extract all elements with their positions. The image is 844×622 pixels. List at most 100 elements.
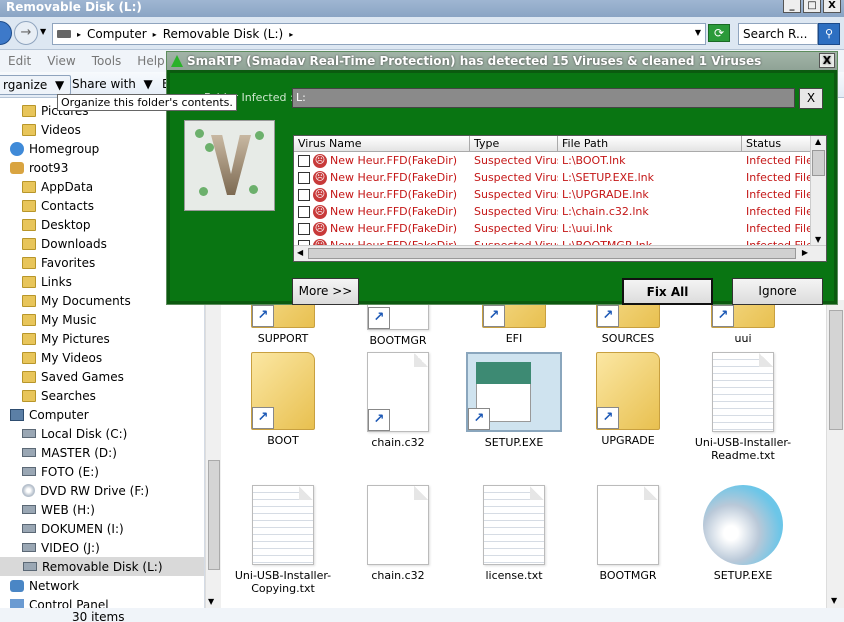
sidebar-item-control-panel[interactable]: Control Panel xyxy=(10,595,109,608)
status-bar: 30 items xyxy=(0,608,844,622)
chevron-right-icon[interactable]: ▸ xyxy=(153,30,157,39)
file-item[interactable]: BOOTMGR xyxy=(572,485,684,582)
search-input[interactable]: Search R... xyxy=(738,23,818,45)
sidebar-item-video-j[interactable]: VIDEO (J:) xyxy=(22,538,100,557)
sidebar-item-downloads[interactable]: Downloads xyxy=(22,234,107,253)
sidebar-item-web-h[interactable]: WEB (H:) xyxy=(22,500,95,519)
file-item[interactable]: license.txt xyxy=(458,485,570,582)
file-list-scrollbar[interactable]: ▼ xyxy=(826,300,844,608)
address-history-dropdown[interactable]: ▼ xyxy=(695,28,701,37)
scroll-down-arrow-icon[interactable]: ▼ xyxy=(815,235,821,244)
file-path: L:\BOOT.lnk xyxy=(562,154,626,167)
organize-button[interactable]: rganize ▼ xyxy=(0,75,72,95)
sidebar-item-network[interactable]: Network xyxy=(10,576,79,595)
sidebar-item-dokumen-i[interactable]: DOKUMEN (I:) xyxy=(22,519,124,538)
sidebar-item-foto-e[interactable]: FOTO (E:) xyxy=(22,462,99,481)
folder-infected-field[interactable]: L: xyxy=(292,88,795,108)
row-checkbox[interactable] xyxy=(298,188,310,201)
menu-view[interactable]: View xyxy=(39,50,83,72)
scrollbar-thumb[interactable] xyxy=(208,460,220,570)
scroll-down-arrow-icon[interactable]: ▼ xyxy=(831,596,837,605)
ignore-button[interactable]: Ignore xyxy=(732,278,823,305)
column-header-virus-name[interactable]: Virus Name xyxy=(294,136,470,151)
sidebar-item-homegroup[interactable]: Homegroup xyxy=(10,139,99,158)
refresh-button[interactable]: ⟳ xyxy=(708,24,730,42)
virus-type: Suspected Virus xyxy=(474,154,558,167)
recent-pages-dropdown[interactable]: ▼ xyxy=(40,27,46,36)
drive-icon xyxy=(22,505,36,514)
file-item[interactable]: chain.c32 xyxy=(342,485,454,582)
file-item[interactable]: ↗ BOOT xyxy=(227,352,339,447)
file-item[interactable]: SETUP.EXE xyxy=(687,485,799,582)
chevron-right-icon[interactable]: ▸ xyxy=(289,30,293,39)
address-bar[interactable]: ▸ Computer ▸ Removable Disk (L:) ▸ ▼ xyxy=(52,23,706,45)
sidebar-item-computer[interactable]: Computer xyxy=(10,405,89,424)
sidebar-item-my-music[interactable]: My Music xyxy=(22,310,96,329)
table-row[interactable]: ☹New Heur.FFD(FakeDir) Suspected Virus L:\… xyxy=(294,169,826,186)
table-row[interactable]: ☹New Heur.FFD(FakeDir) Suspected Virus L:\… xyxy=(294,220,826,237)
sidebar-item-my-documents[interactable]: My Documents xyxy=(22,291,131,310)
menu-tools[interactable]: Tools xyxy=(84,50,130,72)
sidebar-item-favorites[interactable]: Favorites xyxy=(22,253,95,272)
back-button[interactable] xyxy=(0,21,12,45)
scrollbar-thumb[interactable] xyxy=(812,150,825,176)
scroll-right-arrow-icon[interactable]: ▶ xyxy=(802,248,808,257)
file-item[interactable]: ↗ UPGRADE xyxy=(572,352,684,447)
computer-icon xyxy=(10,408,24,421)
sidebar-item-label: My Pictures xyxy=(41,331,110,346)
virus-name-cell: ☹New Heur.FFD(FakeDir) xyxy=(294,220,470,237)
sidebar-item-desktop[interactable]: Desktop xyxy=(22,215,91,234)
scrollbar-thumb[interactable] xyxy=(829,310,843,430)
table-row[interactable]: ☹New Heur.FFD(FakeDir) Suspected Virus L:\… xyxy=(294,203,826,220)
menu-edit[interactable]: Edit xyxy=(0,50,39,72)
sidebar-item-videos[interactable]: Videos xyxy=(22,120,81,139)
row-checkbox[interactable] xyxy=(298,154,310,167)
fix-all-button[interactable]: Fix All xyxy=(622,278,713,305)
scroll-down-arrow-icon[interactable]: ▼ xyxy=(208,597,214,606)
sidebar-item-saved-games[interactable]: Saved Games xyxy=(22,367,124,386)
virus-table-vscroll[interactable]: ▲ ▼ xyxy=(810,136,826,245)
sidebar-item-searches[interactable]: Searches xyxy=(22,386,96,405)
column-header-status[interactable]: Status xyxy=(742,136,812,151)
sidebar-item-local-disk-c[interactable]: Local Disk (C:) xyxy=(22,424,127,443)
clear-folder-button[interactable]: X xyxy=(799,88,823,109)
minimize-button[interactable]: _ xyxy=(783,0,801,13)
breadcrumb-removable-disk[interactable]: Removable Disk (L:) xyxy=(163,27,284,41)
file-name: SETUP.EXE xyxy=(713,569,773,582)
sidebar-item-dvd-rw-drive-f[interactable]: DVD RW Drive (F:) xyxy=(22,481,149,500)
sidebar-item-my-videos[interactable]: My Videos xyxy=(22,348,102,367)
sidebar-item-root93[interactable]: root93 xyxy=(10,158,68,177)
dialog-close-button[interactable]: X xyxy=(819,53,835,68)
maximize-button[interactable]: □ xyxy=(803,0,821,13)
sidebar-item-appdata[interactable]: AppData xyxy=(22,177,93,196)
sidebar-item-contacts[interactable]: Contacts xyxy=(22,196,94,215)
file-item[interactable]: Uni-USB-Installer-Copying.txt xyxy=(227,485,339,595)
sidebar-item-removable-disk-l[interactable]: Removable Disk (L:) xyxy=(0,557,204,576)
table-row[interactable]: ☹New Heur.FFD(FakeDir) Suspected Virus L:\… xyxy=(294,186,826,203)
scroll-up-arrow-icon[interactable]: ▲ xyxy=(815,137,821,146)
drive-icon xyxy=(22,543,36,552)
table-row[interactable]: ☹New Heur.FFD(FakeDir) Suspected Virus L:\… xyxy=(294,152,826,169)
row-checkbox[interactable] xyxy=(298,222,310,235)
search-icon[interactable]: ⚲ xyxy=(818,23,840,45)
file-item[interactable]: ↗ chain.c32 xyxy=(342,352,454,449)
forward-button[interactable]: → xyxy=(14,21,38,45)
breadcrumb-computer[interactable]: Computer xyxy=(87,27,147,41)
navigation-pane-scrollbar[interactable]: ▼ xyxy=(205,300,221,608)
file-item[interactable]: Uni-USB-Installer-Readme.txt xyxy=(687,352,799,462)
chevron-right-icon[interactable]: ▸ xyxy=(77,30,81,39)
share-with-button[interactable]: Share with ▼ xyxy=(66,75,159,95)
scrollbar-thumb[interactable] xyxy=(308,248,796,259)
sidebar-item-master-d[interactable]: MASTER (D:) xyxy=(22,443,117,462)
row-checkbox[interactable] xyxy=(298,205,310,218)
sidebar-item-links[interactable]: Links xyxy=(22,272,72,291)
column-header-file-path[interactable]: File Path xyxy=(558,136,742,151)
column-header-type[interactable]: Type xyxy=(470,136,558,151)
close-button[interactable]: X xyxy=(823,0,841,13)
more-button[interactable]: More >> xyxy=(292,278,359,305)
sidebar-item-my-pictures[interactable]: My Pictures xyxy=(22,329,110,348)
scroll-left-arrow-icon[interactable]: ◀ xyxy=(297,248,303,257)
row-checkbox[interactable] xyxy=(298,171,310,184)
virus-table-hscroll[interactable]: ◀ ▶ xyxy=(294,245,826,261)
file-item[interactable]: ↗ SETUP.EXE xyxy=(458,352,570,449)
